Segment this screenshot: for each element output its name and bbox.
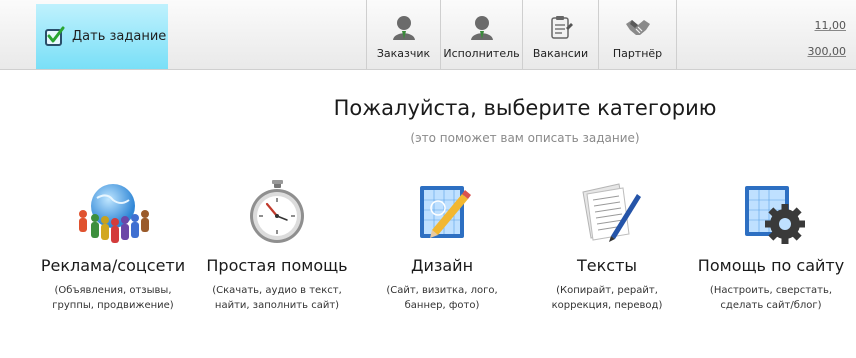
nav-partner[interactable]: Партнёр [598,0,676,70]
category-design-title: Дизайн [410,256,474,275]
gear-window-icon [745,186,805,244]
category-simple-help[interactable]: Простая помощь (Скачать, аудио в текст, … [192,180,362,313]
user-icon [392,16,415,40]
nav-executor-label: Исполнитель [443,47,520,60]
design-pencil-icon [420,186,471,238]
category-advertising-title: Реклама/соцсети [40,256,186,275]
nav-vacancies-label: Вакансии [532,47,589,60]
category-design-desc: (Сайт, визитка, лого, баннер, фото) [386,285,498,311]
nav-customer-label: Заказчик [376,47,431,60]
category-texts-title: Тексты [576,256,638,275]
clipboard-icon [550,16,573,39]
category-advertising-desc: (Объявления, отзывы, группы, продвижение… [52,285,174,311]
category-design[interactable]: Дизайн (Сайт, визитка, лого, баннер, фот… [357,180,527,313]
category-simple-help-title: Простая помощь [206,256,348,275]
user-icon [470,16,493,40]
document-pen-icon [582,183,641,242]
nav-divider [676,0,677,70]
page-title: Пожалуйста, выберите категорию [333,96,717,120]
handshake-icon [625,20,650,35]
stopwatch-icon [250,180,304,243]
category-advertising[interactable]: Реклама/соцсети (Объявления, отзывы, гру… [28,180,198,313]
people-globe-icon [79,184,149,243]
top-bar: Дать задание Заказчик Исполнитель Ваканс… [0,0,856,70]
balance-stat[interactable]: 11,00 [815,19,847,32]
give-task-label: Дать задание [72,29,167,44]
nav-partner-label: Партнёр [612,47,663,60]
nav-vacancies[interactable]: Вакансии [522,0,598,70]
nav-customer[interactable]: Заказчик [366,0,440,70]
page-subtitle: (это поможет вам описать задание) [410,131,640,145]
second-stat[interactable]: 300,00 [808,45,847,58]
give-task-button[interactable]: Дать задание [36,4,168,69]
category-texts[interactable]: Тексты (Копирайт, рерайт, коррекция, пер… [522,180,692,313]
nav-executor[interactable]: Исполнитель [440,0,522,70]
category-texts-desc: (Копирайт, рерайт, коррекция, перевод) [551,285,663,311]
category-website-help[interactable]: Помощь по сайту (Настроить, сверстать, с… [686,180,856,313]
checkbox-check-icon [45,26,65,46]
category-website-help-desc: (Настроить, сверстать, сделать сайт/блог… [709,285,833,311]
category-simple-help-desc: (Скачать, аудио в текст, найти, заполнит… [212,285,342,311]
category-website-help-title: Помощь по сайту [697,256,845,275]
